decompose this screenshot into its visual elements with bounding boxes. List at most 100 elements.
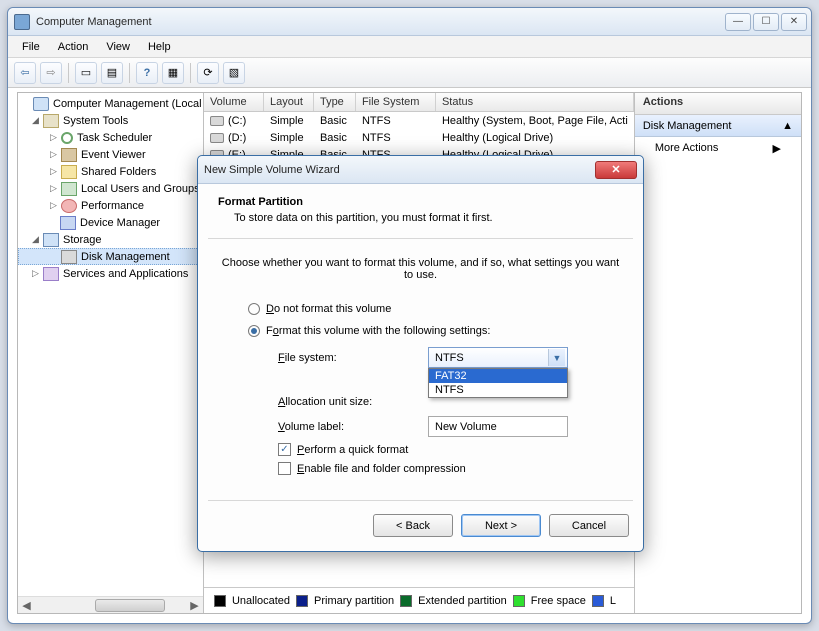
tree-storage[interactable]: ◢Storage xyxy=(18,231,203,248)
actions-header: Actions xyxy=(635,93,801,115)
tree-services[interactable]: ▷Services and Applications xyxy=(18,265,203,282)
actions-more-label: More Actions xyxy=(655,142,719,155)
actions-section-label: Disk Management xyxy=(643,120,732,132)
tree-label: Local Users and Groups xyxy=(81,183,200,195)
maximize-button[interactable]: ☐ xyxy=(753,13,779,31)
divider xyxy=(208,500,633,501)
col-filesystem[interactable]: File System xyxy=(356,93,436,111)
legend-label: Free space xyxy=(531,595,586,607)
cell-fs: NTFS xyxy=(356,115,436,127)
dropdown-option-ntfs[interactable]: NTFS xyxy=(429,383,567,397)
radio-label: rmat this volume with the following sett… xyxy=(279,325,491,337)
legend-swatch xyxy=(296,595,308,607)
label-volume-label: Volume label: xyxy=(278,421,428,433)
dropdown-option-fat32[interactable]: FAT32 xyxy=(429,369,567,383)
legend-label: Extended partition xyxy=(418,595,507,607)
next-button[interactable]: Next > xyxy=(461,514,541,537)
menu-file[interactable]: File xyxy=(14,39,48,55)
volume-icon xyxy=(210,133,224,143)
tree-disk-management[interactable]: Disk Management xyxy=(18,248,203,265)
tree-label: Performance xyxy=(81,200,144,212)
menu-action[interactable]: Action xyxy=(50,39,97,55)
performance-icon xyxy=(61,199,77,213)
col-status[interactable]: Status xyxy=(436,93,634,111)
chevron-right-icon: ▶ xyxy=(773,142,781,155)
legend-swatch xyxy=(214,595,226,607)
tree-device-manager[interactable]: Device Manager xyxy=(18,214,203,231)
label-allocation: Allocation unit size: xyxy=(278,396,428,408)
col-volume[interactable]: Volume xyxy=(204,93,264,111)
back-icon[interactable]: ⇦ xyxy=(14,62,36,84)
tools-icon xyxy=(43,114,59,128)
scroll-thumb[interactable] xyxy=(95,599,165,612)
scope-icon[interactable]: ▧ xyxy=(223,62,245,84)
radio-icon xyxy=(248,325,260,337)
legend: Unallocated Primary partition Extended p… xyxy=(204,587,634,613)
cell-fs: NTFS xyxy=(356,132,436,144)
divider xyxy=(208,238,633,239)
refresh-icon[interactable]: ⟳ xyxy=(197,62,219,84)
combo-value: NTFS xyxy=(435,352,464,364)
volume-label-input[interactable]: New Volume xyxy=(428,416,568,437)
scroll-right-icon[interactable]: ▶ xyxy=(186,598,203,613)
tree-scrollbar[interactable]: ◀ ▶ xyxy=(18,596,203,613)
checkbox-compression[interactable]: Enable file and folder compression xyxy=(278,462,623,475)
computer-icon xyxy=(33,97,49,111)
radio-do-not-format[interactable]: Do not format this volume xyxy=(248,303,623,315)
properties-icon[interactable]: ▦ xyxy=(162,62,184,84)
close-button[interactable]: ✕ xyxy=(781,13,807,31)
tree-shared-folders[interactable]: ▷Shared Folders xyxy=(18,163,203,180)
checkbox-icon: ✓ xyxy=(278,443,291,456)
col-layout[interactable]: Layout xyxy=(264,93,314,111)
tree-performance[interactable]: ▷Performance xyxy=(18,197,203,214)
tree-label: Services and Applications xyxy=(63,268,188,280)
menu-view[interactable]: View xyxy=(98,39,138,55)
radio-icon xyxy=(248,303,260,315)
app-icon xyxy=(14,14,30,30)
dialog-titlebar[interactable]: New Simple Volume Wizard ✕ xyxy=(198,156,643,184)
titlebar[interactable]: Computer Management — ☐ ✕ xyxy=(8,8,811,36)
device-icon xyxy=(60,216,76,230)
tree-label: Event Viewer xyxy=(81,149,146,161)
radio-format-settings[interactable]: Format this volume with the following se… xyxy=(248,325,623,337)
label-filesystem: File system: xyxy=(278,352,428,364)
table-row[interactable]: (C:) Simple Basic NTFS Healthy (System, … xyxy=(204,112,634,129)
help-icon[interactable]: ? xyxy=(136,62,158,84)
tree-event-viewer[interactable]: ▷Event Viewer xyxy=(18,146,203,163)
checkbox-quick-format[interactable]: ✓ Perform a quick format xyxy=(278,443,623,456)
actions-section[interactable]: Disk Management ▲ xyxy=(635,115,801,137)
actions-more[interactable]: More Actions ▶ xyxy=(635,137,801,160)
disk-icon xyxy=(61,250,77,264)
filesystem-combo[interactable]: NTFS ▼ FAT32 NTFS xyxy=(428,347,568,368)
cell-layout: Simple xyxy=(264,132,314,144)
back-button[interactable]: < Back xyxy=(373,514,453,537)
col-type[interactable]: Type xyxy=(314,93,356,111)
cell-status: Healthy (System, Boot, Page File, Acti xyxy=(436,115,634,127)
window-title: Computer Management xyxy=(36,16,725,28)
table-row[interactable]: (D:) Simple Basic NTFS Healthy (Logical … xyxy=(204,129,634,146)
dialog-instruction: Choose whether you want to format this v… xyxy=(218,257,623,281)
tree-local-users[interactable]: ▷Local Users and Groups xyxy=(18,180,203,197)
storage-icon xyxy=(43,233,59,247)
cancel-button[interactable]: Cancel xyxy=(549,514,629,537)
tree-system-tools[interactable]: ◢System Tools xyxy=(18,112,203,129)
legend-label: L xyxy=(610,595,616,607)
services-icon xyxy=(43,267,59,281)
dialog-close-button[interactable]: ✕ xyxy=(595,161,637,179)
up-icon[interactable]: ▭ xyxy=(75,62,97,84)
forward-icon[interactable]: ⇨ xyxy=(40,62,62,84)
clock-icon xyxy=(61,132,73,144)
event-icon xyxy=(61,148,77,162)
tree-label: Task Scheduler xyxy=(77,132,152,144)
input-value: New Volume xyxy=(435,421,497,433)
scroll-left-icon[interactable]: ◀ xyxy=(18,598,35,613)
legend-swatch xyxy=(592,595,604,607)
minimize-button[interactable]: — xyxy=(725,13,751,31)
tree-label: Device Manager xyxy=(80,217,160,229)
wizard-dialog: New Simple Volume Wizard ✕ Format Partit… xyxy=(197,155,644,552)
tree-root[interactable]: Computer Management (Local xyxy=(18,95,203,112)
tree-task-scheduler[interactable]: ▷Task Scheduler xyxy=(18,129,203,146)
showhide-icon[interactable]: ▤ xyxy=(101,62,123,84)
legend-label: Primary partition xyxy=(314,595,394,607)
menu-help[interactable]: Help xyxy=(140,39,179,55)
